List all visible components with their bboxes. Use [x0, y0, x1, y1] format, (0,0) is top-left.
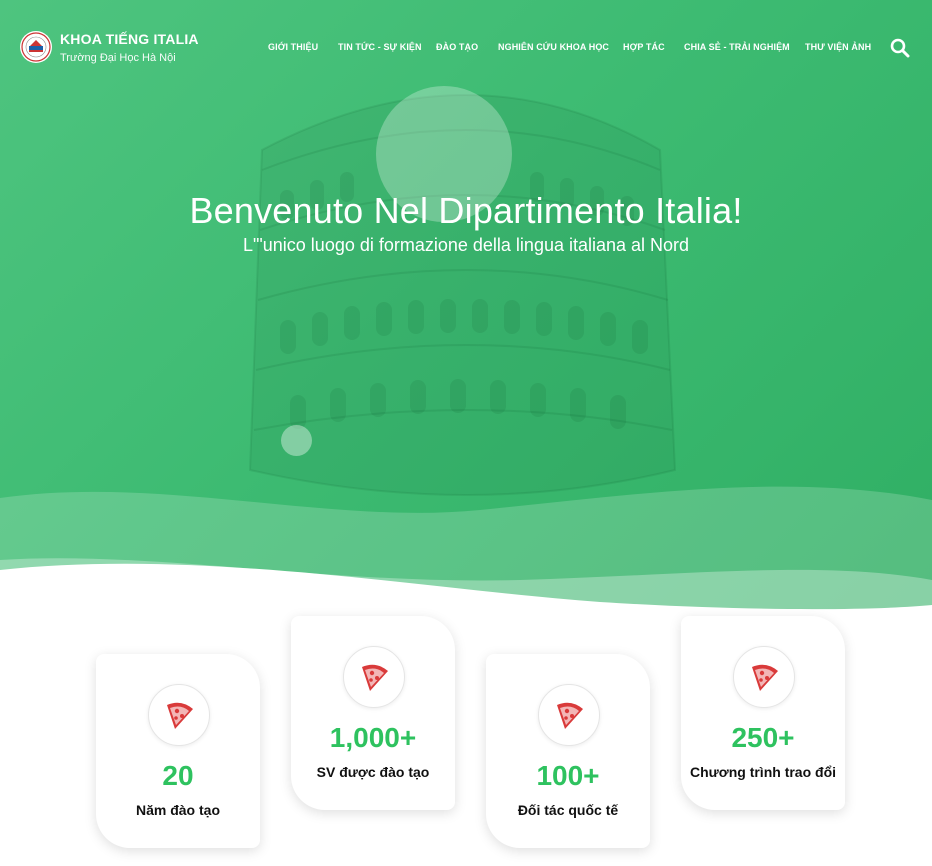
stat-value: 20 [162, 760, 194, 791]
decorative-bubble [281, 425, 312, 456]
main-navigation: GIỚI THIỆU TIN TỨC - SỰ KIỆN ĐÀO TẠO NGH… [268, 42, 932, 56]
stat-label: Chương trình trao đổi [689, 764, 837, 780]
university-seal-icon [20, 31, 52, 63]
stat-card-exchange: 250+ Chương trình trao đổi [681, 616, 845, 810]
site-logo[interactable]: KHOA TIẾNG ITALIA Trường Đại Học Hà Nội [20, 30, 199, 64]
stat-value: 250+ [731, 722, 795, 753]
pizza-icon [343, 646, 405, 708]
pizza-icon [733, 646, 795, 708]
hero-banner: KHOA TIẾNG ITALIA Trường Đại Học Hà Nội … [0, 0, 932, 660]
stat-card-partners: 100+ Đối tác quốc tế [486, 654, 650, 848]
stat-label: Đối tác quốc tế [517, 802, 619, 818]
brand-title: KHOA TIẾNG ITALIA [60, 31, 199, 47]
stat-value: 1,000+ [329, 722, 417, 753]
brand-subtitle: Trường Đại Học Hà Nội [60, 52, 176, 64]
pizza-icon [148, 684, 210, 746]
stat-card-students: 1,000+ SV được đào tạo [291, 616, 455, 810]
stat-value: 100+ [536, 760, 600, 791]
nav-item-nghien-cuu-khoa-hoc[interactable]: NGHIÊN CỨU KHOA HỌC [498, 42, 609, 52]
nav-item-chia-se-trai-nghiem[interactable]: CHIA SẺ - TRẢI NGHIỆM [684, 42, 790, 52]
stat-label: SV được đào tạo [316, 764, 430, 780]
nav-item-hop-tac[interactable]: HỢP TÁC [623, 42, 665, 52]
search-icon[interactable] [890, 38, 910, 58]
stat-label: Năm đào tạo [135, 802, 220, 818]
nav-item-thu-vien-anh[interactable]: THƯ VIỆN ẢNH [805, 42, 871, 52]
pizza-icon [538, 684, 600, 746]
stat-card-years: 20 Năm đào tạo [96, 654, 260, 848]
hero-title: Benvenuto Nel Dipartimento Italia! [189, 190, 743, 231]
hero-subtitle: L"'unico luogo di formazione della lingu… [242, 235, 690, 255]
nav-item-gioi-thieu[interactable]: GIỚI THIỆU [268, 42, 318, 52]
nav-item-tin-tuc-su-kien[interactable]: TIN TỨC - SỰ KIỆN [338, 42, 422, 52]
nav-item-dao-tao[interactable]: ĐÀO TẠO [436, 42, 478, 52]
